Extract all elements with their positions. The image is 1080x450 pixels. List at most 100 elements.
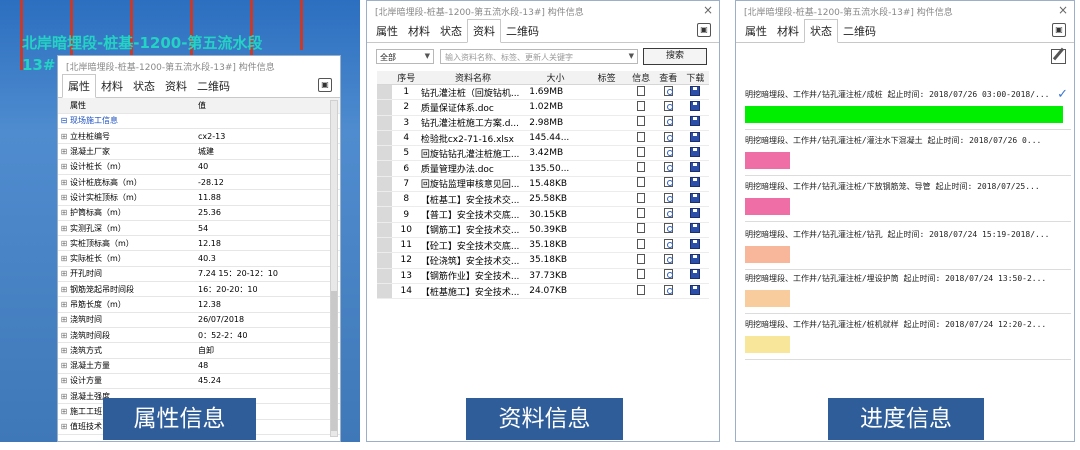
document-row[interactable]: 9 【普工】安全技术交底... 30.15KB [377,206,709,223]
view-icon[interactable] [663,85,673,96]
info-icon[interactable] [637,131,646,142]
progress-entry[interactable]: 明挖暗埋段、工作井/钻孔灌注桩/下放钢筋笼、导管 起止时间: 2018/07/2… [745,181,1071,222]
row-selector[interactable] [377,130,392,147]
tab-properties[interactable]: 属性 [740,20,772,42]
document-name[interactable]: 检验批cx2-71-16.xlsx [420,130,526,147]
tab-properties[interactable]: 属性 [62,74,96,98]
info-icon[interactable] [637,146,646,157]
property-row[interactable]: ⊞ 混凝土厂家 城建 [58,143,340,160]
progress-entry[interactable]: 明挖暗埋段、工作井/钻孔灌注桩/埋设护筒 起止时间: 2018/07/24 13… [745,273,1071,314]
tab-documents[interactable]: 资料 [467,19,501,43]
property-row[interactable]: ⊞ 设计实桩顶标（m） 11.88 [58,189,340,206]
row-selector[interactable] [377,160,392,177]
row-selector[interactable] [377,115,392,131]
document-row[interactable]: 14 【桩基施工】安全技术... 24.07KB [377,283,709,300]
property-row[interactable]: ⊞ 钢筋笼起吊时间段 16：20-20：10 [58,281,340,298]
info-icon[interactable] [637,177,646,188]
progress-entry[interactable]: 明挖暗埋段、工作井/钻孔灌注桩/成桩 起止时间: 2018/07/26 03:0… [745,89,1071,130]
document-name[interactable]: 【桩基施工】安全技术... [420,283,526,300]
document-row[interactable]: 5 回旋钻钻孔灌注桩施工... 3.42MB [377,145,709,162]
search-input[interactable]: 输入资料名称、标签、更新人关键字 ▼ [440,49,638,64]
document-name[interactable]: 【钢筋工】安全技术交... [420,222,526,238]
download-icon[interactable] [690,284,701,295]
view-icon[interactable] [663,208,673,219]
info-icon[interactable] [637,208,646,219]
tab-materials[interactable]: 材料 [96,75,128,97]
property-row[interactable]: ⊞ 浇筑时间 26/07/2018 [58,312,340,328]
info-icon[interactable] [637,253,646,264]
property-value[interactable]: 自卸 [196,342,340,359]
tab-materials[interactable]: 材料 [772,20,804,42]
download-icon[interactable] [690,100,701,111]
tab-qrcode[interactable]: 二维码 [501,20,544,42]
row-selector[interactable] [377,237,392,254]
document-row[interactable]: 7 回旋钻监理审核意见回... 15.48KB [377,176,709,193]
property-row[interactable]: ⊞ 实测孔深（m） 54 [58,220,340,237]
property-value[interactable]: 16：20-20：10 [196,281,340,298]
property-row[interactable]: ⊞ 实桩顶标高（m） 12.18 [58,235,340,252]
property-row[interactable]: ⊞ 吊筋长度（m） 12.38 [58,296,340,313]
row-selector[interactable] [377,191,392,208]
info-icon[interactable] [637,162,646,173]
view-icon[interactable] [663,116,673,127]
info-icon[interactable] [637,192,646,203]
view-icon[interactable] [663,146,673,157]
view-icon[interactable] [663,192,673,203]
property-row[interactable]: ⊞ 浇筑时间段 0：52-2：40 [58,327,340,344]
document-row[interactable]: 13 【钢筋作业】安全技术... 37.73KB [377,268,709,284]
property-row[interactable]: ⊞ 浇筑方式 自卸 [58,342,340,359]
download-icon[interactable] [690,116,701,127]
row-selector[interactable] [377,283,392,300]
row-selector[interactable] [377,84,392,101]
property-value[interactable]: 12.38 [196,296,340,313]
property-group-row[interactable]: ⊟ 现场施工信息 [58,113,340,130]
col-name[interactable]: 资料名称 [420,71,526,85]
property-row[interactable]: ⊞ 开孔时间 7.24 15：20-12：10 [58,266,340,283]
property-value[interactable]: 城建 [196,143,340,160]
property-value[interactable]: cx2-13 [196,128,340,145]
document-name[interactable]: 钻孔灌注桩施工方案.d... [420,115,526,131]
view-icon[interactable] [663,100,673,111]
view-icon[interactable] [663,269,673,280]
info-icon[interactable] [637,223,646,234]
download-icon[interactable] [690,223,701,234]
document-name[interactable]: 质量保证体系.doc [420,99,526,116]
property-value[interactable]: -28.12 [196,174,340,191]
property-value[interactable]: 40.3 [196,250,340,267]
property-scrollbar[interactable] [330,100,338,437]
tab-materials[interactable]: 材料 [403,20,435,42]
document-row[interactable]: 3 钻孔灌注桩施工方案.d... 2.98MB [377,115,709,131]
category-select[interactable]: 全部 ▼ [376,49,434,64]
tab-qrcode[interactable]: 二维码 [838,20,881,42]
download-icon[interactable] [690,253,701,264]
row-selector[interactable] [377,145,392,162]
row-selector[interactable] [377,99,392,116]
document-name[interactable]: 【砼浇筑】安全技术交... [420,252,526,269]
scroll-thumb[interactable] [331,291,337,431]
download-icon[interactable] [690,269,701,280]
document-row[interactable]: 10 【钢筋工】安全技术交... 50.39KB [377,222,709,238]
row-selector[interactable] [377,268,392,284]
col-download[interactable]: 下载 [681,71,709,85]
download-icon[interactable] [690,177,701,188]
property-value[interactable]: 26/07/2018 [196,312,340,328]
col-index[interactable]: 序号 [391,71,421,85]
row-selector[interactable] [377,252,392,269]
property-row[interactable]: ⊞ 实际桩长（m） 40.3 [58,250,340,267]
download-icon[interactable] [690,146,701,157]
property-row[interactable]: ⊞ 立柱桩编号 cx2-13 [58,128,340,145]
property-value[interactable]: 12.18 [196,235,340,252]
document-row[interactable]: 12 【砼浇筑】安全技术交... 35.18KB [377,252,709,269]
view-icon[interactable] [663,284,673,295]
property-value[interactable]: 0：52-2：40 [196,327,340,344]
close-icon[interactable]: × [703,3,713,17]
document-name[interactable]: 【钢筋作业】安全技术... [420,268,526,284]
property-row[interactable]: ⊞ 设计桩长（m） 40 [58,159,340,175]
download-icon[interactable] [690,238,701,249]
document-row[interactable]: 4 检验批cx2-71-16.xlsx 145.44... [377,130,709,147]
col-tag[interactable]: 标签 [585,71,628,85]
download-icon[interactable] [690,208,701,219]
row-selector[interactable] [377,176,392,193]
tab-status[interactable]: 状态 [128,75,160,97]
view-icon[interactable] [663,238,673,249]
